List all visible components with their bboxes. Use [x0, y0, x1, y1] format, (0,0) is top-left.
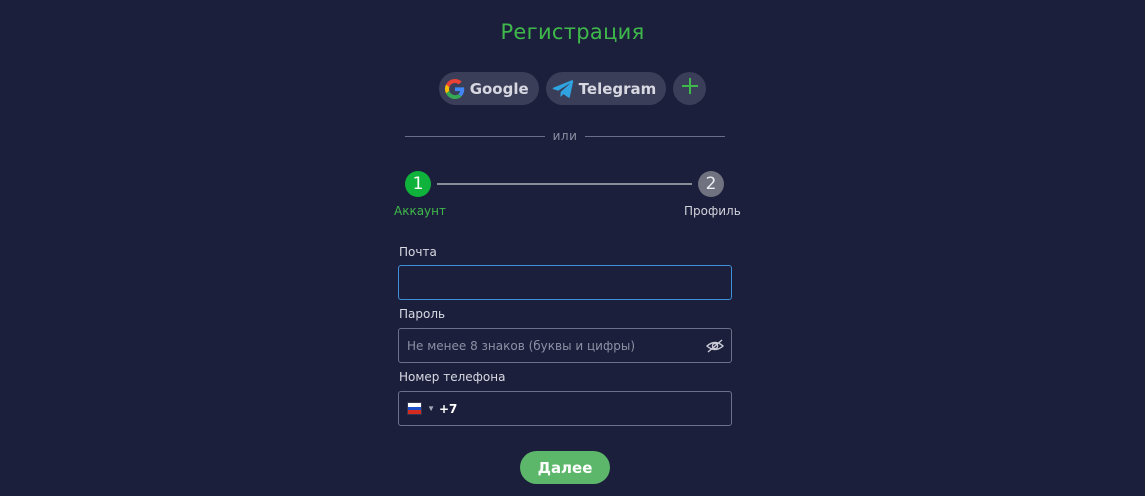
- plus-icon: [681, 77, 699, 100]
- phone-label: Номер телефона: [399, 370, 506, 384]
- divider-line-left: [405, 135, 545, 137]
- or-divider: или: [405, 128, 725, 144]
- registration-stepper: 1 2 Аккаунт Профиль: [0, 171, 1145, 231]
- email-field[interactable]: [399, 266, 731, 299]
- page-title: Регистрация: [500, 20, 645, 44]
- step-connector: [437, 183, 692, 185]
- step-1-indicator: 1: [405, 171, 431, 197]
- phone-country-code: +7: [439, 401, 458, 416]
- more-logins-button[interactable]: [673, 72, 707, 105]
- step-1-label: Аккаунт: [394, 204, 446, 218]
- next-button[interactable]: Далее: [520, 451, 610, 484]
- google-label: Google: [469, 79, 529, 98]
- phone-field[interactable]: [457, 392, 731, 425]
- telegram-label: Telegram: [578, 79, 657, 98]
- telegram-login-button[interactable]: Telegram: [545, 72, 667, 105]
- phone-field-wrapper: ▼ +7: [398, 391, 732, 426]
- show-password-icon[interactable]: [705, 338, 725, 359]
- social-login-group: Google Telegram: [0, 72, 1145, 105]
- country-dropdown-icon[interactable]: ▼: [427, 404, 435, 413]
- password-field-wrapper: [398, 328, 732, 363]
- email-label: Почта: [399, 245, 437, 259]
- russia-flag-icon[interactable]: [407, 402, 423, 415]
- divider-text: или: [552, 129, 578, 143]
- google-login-button[interactable]: Google: [438, 72, 539, 105]
- google-icon: [444, 78, 465, 99]
- step-2-indicator: 2: [698, 171, 724, 197]
- divider-line-right: [585, 135, 725, 137]
- email-field-wrapper: [398, 265, 732, 300]
- password-label: Пароль: [399, 307, 446, 321]
- password-field[interactable]: [399, 329, 731, 362]
- telegram-icon: [552, 79, 574, 99]
- step-2-label: Профиль: [684, 204, 741, 218]
